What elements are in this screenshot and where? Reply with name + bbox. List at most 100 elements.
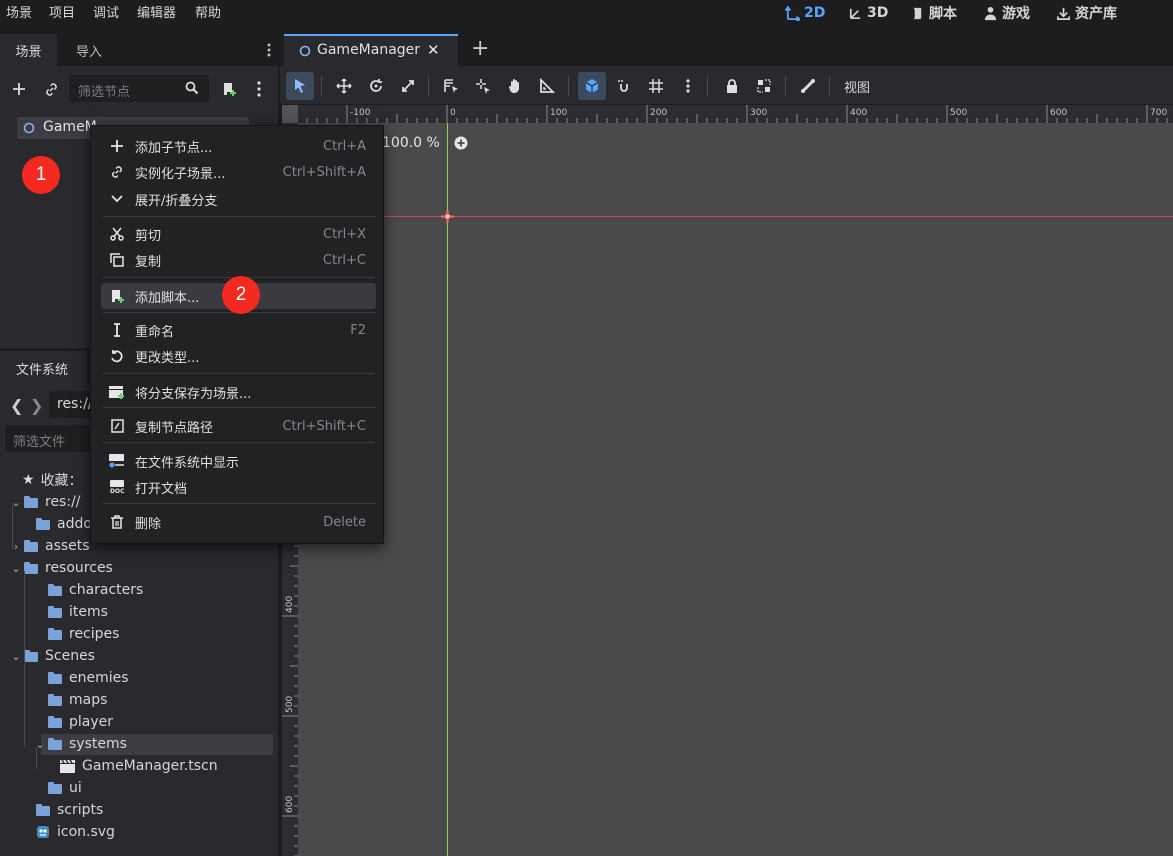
context-menu-item[interactable]: 在文件系统中显示 bbox=[101, 448, 376, 474]
pivot-icon bbox=[476, 79, 490, 94]
context-menu-shortcut: Delete bbox=[323, 514, 366, 530]
tab-gamemanager[interactable]: GameManager ✕ bbox=[284, 34, 458, 66]
smart-snap-button[interactable] bbox=[578, 72, 606, 100]
ruler-tool-button[interactable] bbox=[533, 72, 561, 100]
favorites-row[interactable]: ★ 收藏： bbox=[22, 469, 83, 491]
add-node-button[interactable] bbox=[8, 78, 30, 100]
scene-options-icon[interactable] bbox=[252, 78, 266, 100]
node-context-menu: 添加子节点... Ctrl+A 实例化子场景... Ctrl+Shift+A 展开/折叠… bbox=[90, 125, 384, 544]
lock-button[interactable] bbox=[718, 72, 746, 100]
tree-item[interactable]: scripts bbox=[22, 799, 103, 821]
rotate-tool-button[interactable] bbox=[362, 72, 390, 100]
zoom-level[interactable]: 100.0 % bbox=[382, 135, 440, 151]
tree-item[interactable]: player bbox=[34, 711, 113, 733]
node-filter-input[interactable]: 筛选节点 bbox=[69, 75, 209, 102]
workspace-assetlib-label: 资产库 bbox=[1075, 6, 1117, 22]
workspace-3d-label: 3D bbox=[867, 5, 889, 21]
root-node-label: GameM bbox=[43, 119, 97, 135]
menu-debug[interactable]: 调试 bbox=[93, 2, 119, 21]
snap-menu-icon[interactable] bbox=[674, 72, 702, 100]
context-menu-item[interactable]: 添加子节点... Ctrl+A bbox=[101, 133, 376, 159]
ruler-label: 600 bbox=[285, 796, 295, 813]
select-tool-button[interactable] bbox=[286, 72, 314, 100]
tree-item-label: resources bbox=[45, 560, 113, 576]
tree-item[interactable]: ⌄ res:// bbox=[10, 491, 80, 513]
snap-options-button[interactable] bbox=[610, 72, 638, 100]
script-icon bbox=[912, 7, 922, 19]
workspace-assetlib-button[interactable]: 资产库 bbox=[1056, 2, 1117, 24]
instance-scene-button[interactable] bbox=[40, 78, 62, 100]
bone-icon bbox=[801, 79, 815, 93]
dock-menu-icon[interactable] bbox=[262, 40, 276, 60]
tree-item-label: player bbox=[69, 714, 114, 730]
menu-project[interactable]: 项目 bbox=[49, 2, 75, 21]
tab-import[interactable]: 导入 bbox=[57, 34, 121, 66]
tree-item[interactable]: icon.svg bbox=[22, 821, 115, 843]
attach-script-button[interactable] bbox=[218, 78, 240, 100]
tab-filesystem[interactable]: 文件系统 bbox=[0, 351, 87, 385]
bone-tool-button[interactable] bbox=[794, 72, 822, 100]
chevron-down-icon[interactable]: ⌄ bbox=[10, 650, 22, 663]
context-menu-item[interactable]: 复制 Ctrl+C bbox=[101, 247, 376, 273]
canvas-viewport[interactable]: 100.0 % bbox=[298, 123, 1173, 856]
workspace-script-button[interactable]: 脚本 bbox=[910, 2, 957, 24]
tree-item[interactable]: ⌄ Scenes bbox=[10, 645, 95, 667]
context-menu-item[interactable]: 更改类型... bbox=[101, 343, 376, 369]
workspace-game-button[interactable]: 游戏 bbox=[983, 2, 1030, 24]
forward-icon[interactable]: ❯ bbox=[30, 396, 43, 415]
context-menu-item[interactable]: 展开/折叠分支 bbox=[101, 186, 376, 212]
context-menu-item[interactable]: DOC 打开文档 bbox=[101, 474, 376, 500]
menu-editor[interactable]: 编辑器 bbox=[137, 2, 176, 21]
origin-node-marker[interactable] bbox=[441, 210, 454, 223]
context-menu-label: 剪切 bbox=[135, 228, 162, 244]
tree-item[interactable]: characters bbox=[34, 579, 143, 601]
context-menu-item[interactable]: 实例化子场景... Ctrl+Shift+A bbox=[101, 159, 376, 185]
new-tab-button[interactable]: + bbox=[471, 36, 489, 61]
tree-guide-line bbox=[36, 747, 37, 769]
tree-item[interactable]: ui bbox=[34, 777, 82, 799]
context-menu-item[interactable]: 重命名 F2 bbox=[101, 317, 376, 343]
list-select-button[interactable] bbox=[437, 72, 465, 100]
tree-item[interactable]: maps bbox=[34, 689, 107, 711]
context-menu-item[interactable]: 删除 Delete bbox=[101, 509, 376, 535]
menu-scene[interactable]: 场景 bbox=[6, 2, 32, 21]
context-menu-item[interactable]: 将分支保存为场景... bbox=[101, 379, 376, 405]
annotation-badge-1: 1 bbox=[22, 156, 60, 194]
view-menu-button[interactable]: 视图 bbox=[844, 77, 870, 96]
zoom-in-icon[interactable] bbox=[454, 136, 468, 150]
workspace-3d-button[interactable]: 3D bbox=[848, 2, 888, 24]
tree-item[interactable]: recipes bbox=[34, 623, 119, 645]
context-menu-item[interactable]: 复制节点路径 Ctrl+Shift+C bbox=[101, 413, 376, 439]
tree-item[interactable]: ⌄ systems bbox=[34, 733, 127, 755]
star-icon: ★ bbox=[22, 472, 35, 488]
context-menu-shortcut: F2 bbox=[350, 322, 366, 338]
context-menu-label: 打开文档 bbox=[135, 481, 188, 497]
tree-item[interactable]: items bbox=[34, 601, 108, 623]
tree-item[interactable]: enemies bbox=[34, 667, 129, 689]
pan-tool-button[interactable] bbox=[501, 72, 529, 100]
group-button[interactable] bbox=[750, 72, 778, 100]
context-menu-item[interactable]: 剪切 Ctrl+X bbox=[101, 221, 376, 247]
menu-help[interactable]: 帮助 bbox=[195, 2, 221, 21]
tree-item[interactable]: › assets bbox=[10, 535, 90, 557]
pivot-tool-button[interactable] bbox=[469, 72, 497, 100]
ruler-label: 500 bbox=[950, 108, 967, 118]
chevron-down-icon[interactable]: ⌄ bbox=[10, 562, 22, 575]
grid-snap-button[interactable] bbox=[642, 72, 670, 100]
scene-file-icon bbox=[60, 759, 75, 773]
download-icon bbox=[1057, 7, 1070, 20]
back-icon[interactable]: ❮ bbox=[10, 396, 23, 415]
ruler-corner-swatch bbox=[282, 105, 298, 123]
scissors-icon bbox=[107, 226, 127, 242]
close-icon[interactable]: ✕ bbox=[427, 41, 440, 59]
horizontal-ruler[interactable]: -100 0 100 200 300 400 500 600 700 bbox=[298, 105, 1173, 123]
plus-icon bbox=[13, 83, 25, 95]
tab-scene[interactable]: 场景 bbox=[0, 34, 57, 66]
tree-item[interactable]: GameManager.tscn bbox=[46, 755, 218, 777]
move-tool-button[interactable] bbox=[330, 72, 358, 100]
workspace-2d-button[interactable]: 2D bbox=[785, 2, 825, 24]
scale-tool-button[interactable] bbox=[394, 72, 422, 100]
context-menu-shortcut: Ctrl+C bbox=[322, 252, 366, 268]
tree-item[interactable]: ⌄ resources bbox=[10, 557, 113, 579]
context-menu-label: 添加子节点... bbox=[135, 140, 213, 156]
